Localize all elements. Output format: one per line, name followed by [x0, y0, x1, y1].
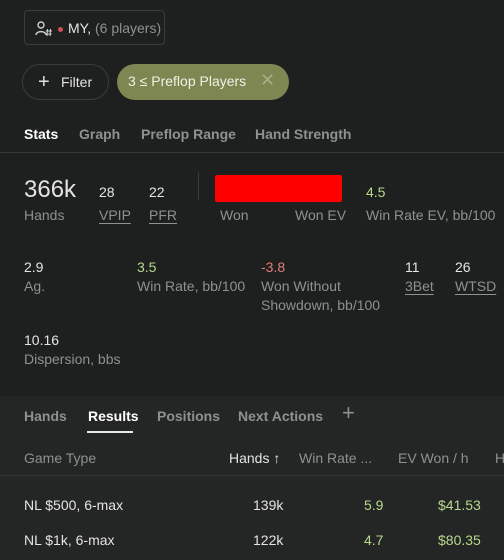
won-label: Won: [220, 207, 249, 223]
column-win-rate[interactable]: Win Rate ...: [299, 450, 372, 466]
subtab-hands[interactable]: Hands: [24, 408, 67, 424]
dispersion-value: 10.16: [24, 332, 60, 348]
hands-label: Hands: [24, 207, 65, 223]
won-ev-label: Won EV: [295, 207, 347, 223]
active-subtab-indicator: [87, 431, 133, 433]
won-without-showdown-value: -3.8: [261, 259, 286, 275]
ag-label: Ag.: [24, 278, 46, 294]
wtsd-label[interactable]: WTSD: [455, 278, 496, 294]
tab-hand-strength[interactable]: Hand Strength: [255, 126, 351, 142]
cell-game-type: NL $500, 6-max: [24, 497, 124, 513]
vpip-label[interactable]: VPIP: [99, 207, 131, 223]
user-hash-icon: [35, 21, 52, 37]
wtsd-value: 26: [455, 259, 471, 275]
header-divider: [0, 475, 504, 476]
column-ev-won-per-hour[interactable]: EV Won / h: [398, 450, 469, 466]
status-dot: [58, 27, 63, 32]
player-name: MY,: [68, 20, 92, 36]
cell-game-type: NL $1k, 6-max: [24, 532, 115, 548]
dispersion-label: Dispersion, bbs: [24, 351, 121, 367]
column-game-type[interactable]: Game Type: [24, 450, 96, 466]
hands-value: 366k: [24, 176, 77, 203]
filter-chip-label: 3 ≤ Preflop Players: [128, 73, 247, 89]
three-bet-value: 11: [405, 259, 420, 275]
tab-graph[interactable]: Graph: [79, 126, 120, 142]
cell-hands: 122k: [253, 532, 284, 548]
add-tab-icon[interactable]: +: [342, 400, 355, 426]
vpip-value: 28: [99, 184, 115, 200]
cell-hands: 139k: [253, 497, 284, 513]
three-bet-label[interactable]: 3Bet: [405, 278, 434, 294]
section-divider: [198, 172, 199, 200]
filter-button[interactable]: + Filter: [22, 64, 109, 100]
cell-ev-won: $41.53: [438, 497, 481, 513]
subtab-next-actions[interactable]: Next Actions: [238, 408, 323, 424]
subtab-positions[interactable]: Positions: [157, 408, 220, 424]
tab-stats[interactable]: Stats: [24, 126, 58, 142]
won-without-showdown-label-1: Won Without: [261, 278, 341, 294]
tab-divider: [0, 152, 504, 153]
redacted-values: [215, 175, 342, 202]
column-truncated[interactable]: H: [495, 450, 504, 466]
tab-preflop-range[interactable]: Preflop Range: [141, 126, 236, 142]
win-rate-ev-value: 4.5: [366, 184, 386, 200]
cell-win-rate: 4.7: [364, 532, 384, 548]
cell-win-rate: 5.9: [364, 497, 384, 513]
filter-chip[interactable]: 3 ≤ Preflop Players ✕: [117, 64, 289, 100]
win-rate-ev-label: Win Rate EV, bb/100: [366, 207, 496, 223]
pfr-label[interactable]: PFR: [149, 207, 177, 223]
close-icon[interactable]: ✕: [260, 70, 275, 91]
win-rate-value: 3.5: [137, 259, 157, 275]
subtab-results[interactable]: Results: [88, 408, 139, 424]
won-without-showdown-label-2: Showdown, bb/100: [261, 297, 381, 313]
player-selector[interactable]: MY, (6 players): [24, 10, 165, 45]
plus-icon: +: [38, 71, 50, 93]
player-count: (6 players): [95, 20, 162, 36]
pfr-value: 22: [149, 184, 165, 200]
win-rate-label: Win Rate, bb/100: [137, 278, 246, 294]
ag-value: 2.9: [24, 259, 44, 275]
filter-label: Filter: [61, 74, 93, 90]
cell-ev-won: $80.35: [438, 532, 481, 548]
column-hands[interactable]: Hands ↑: [229, 450, 280, 466]
